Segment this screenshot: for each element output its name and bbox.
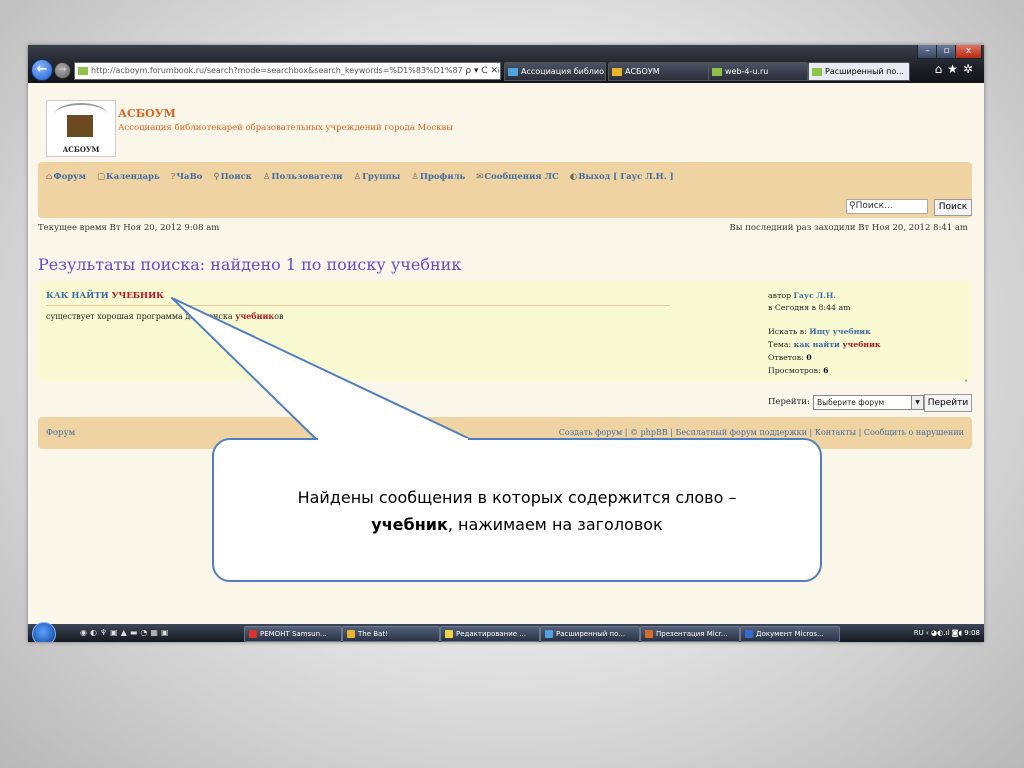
result-date: в Сегодня в 8:44 am	[768, 303, 851, 312]
word-icon	[745, 630, 753, 638]
calendar-icon: ▢	[96, 172, 106, 182]
help-icon: ?	[170, 172, 176, 182]
web-icon	[712, 67, 722, 76]
tab-web4u[interactable]: web-4-u.ru	[708, 62, 808, 81]
logo-text: АСБОУМ	[62, 145, 100, 154]
tab-advanced-search[interactable]: Расширенный по...×	[808, 62, 910, 81]
forum-select[interactable]: Выберите форум ▼	[813, 395, 924, 410]
taskbar-item-repair[interactable]: РЕМОНТ Samsun...	[244, 626, 342, 642]
browser-toolbar-icons[interactable]: ⌂★✲	[935, 62, 978, 76]
address-bar[interactable]: http://acboym.forumbook.ru/search?mode=s…	[74, 62, 501, 80]
taskbar-item-editing[interactable]: Редактирование ...	[440, 626, 540, 642]
ie-icon	[508, 67, 518, 76]
result-replies: Ответов: 0	[768, 353, 812, 362]
envelope-icon: ✉	[476, 172, 484, 182]
back-arrow-icon[interactable]: ←	[31, 59, 53, 81]
profile-icon: ♙	[411, 172, 419, 182]
search-result: КАК НАЙТИ УЧЕБНИК существует хорошая про…	[38, 281, 972, 381]
footer-links[interactable]: Создать форум | © phpBB | Бесплатный фор…	[559, 428, 964, 437]
nav-panel: ⌂Форум ▢Календарь ?ЧаВо ⚲Поиск ♙Пользова…	[38, 162, 972, 218]
tab-close-icon[interactable]: ×	[908, 67, 909, 76]
site-favicon-icon	[78, 66, 88, 75]
nav-users[interactable]: ♙Пользователи	[263, 172, 347, 182]
group-icon: ♙	[353, 172, 362, 182]
nav-logout[interactable]: ◐Выход [ Гаус Л.Н. ]	[570, 172, 678, 182]
jump-button[interactable]: Перейти	[924, 394, 972, 412]
minimize-button[interactable]: –	[917, 45, 938, 59]
current-time: Текущее время Вт Ноя 20, 2012 9:08 am	[38, 223, 220, 233]
nav-search[interactable]: ⚲Поиск	[213, 172, 256, 182]
nav-profile[interactable]: ♙Профиль	[411, 172, 469, 182]
result-title-link[interactable]: КАК НАЙТИ УЧЕБНИК	[46, 291, 164, 301]
search-input[interactable]: ⚲Поиск...	[846, 199, 928, 214]
last-visit: Вы последний раз заходили Вт Ноя 20, 201…	[729, 223, 968, 233]
quick-launch-icons[interactable]: ◉◐♆▣▲▬◔▦▣	[80, 628, 172, 637]
system-tray[interactable]: RU ‹ ◕◐.ıl ◙◖ 9:08	[914, 626, 980, 640]
callout-text: Найдены сообщения в которых содержится с…	[297, 488, 737, 534]
taskbar-item-powerpoint[interactable]: Презентация Micr...	[640, 626, 740, 642]
topic-link[interactable]: как найти учебник	[794, 340, 881, 349]
nav-forum[interactable]: ⌂Форум	[46, 172, 90, 182]
result-snippet: существует хорошая программа для поиска …	[46, 311, 284, 321]
callout-bold-word: учебник	[371, 515, 448, 534]
nav-links: ⌂Форум ▢Календарь ?ЧаВо ⚲Поиск ♙Пользова…	[46, 172, 682, 182]
search-icon: ⚲	[213, 172, 220, 182]
start-button-icon[interactable]	[32, 622, 56, 642]
forward-arrow-icon[interactable]: →	[54, 62, 71, 79]
editor-icon	[445, 630, 453, 638]
browser-titlebar: – ▫ x ← → http://acboym.forumbook.ru/sea…	[28, 45, 984, 83]
result-forum: Искать в: Ищу учебник	[768, 327, 871, 336]
close-window-button[interactable]: x	[955, 45, 982, 59]
result-topic: Тема: как найти учебник	[768, 340, 881, 349]
taskbar-item-word[interactable]: Документ Micros...	[740, 626, 840, 642]
scroll-top-icon[interactable]: ˄	[964, 379, 968, 388]
forum-icon	[612, 67, 622, 76]
forum-link[interactable]: Ищу учебник	[809, 327, 871, 336]
powerpoint-icon	[645, 630, 653, 638]
site-name[interactable]: АСБОУМ	[118, 107, 176, 120]
chevron-down-icon: ▼	[911, 396, 923, 409]
footer-forum-link[interactable]: Форум	[46, 428, 75, 438]
search-button[interactable]: Поиск	[934, 199, 972, 216]
address-url: http://acboym.forumbook.ru/search?mode=s…	[91, 66, 501, 75]
maximize-button[interactable]: ▫	[936, 45, 957, 59]
nav-calendar[interactable]: ▢Календарь	[97, 172, 164, 182]
site-logo[interactable]: АСБОУМ	[46, 100, 116, 157]
opera-icon	[249, 630, 257, 638]
author-link[interactable]: Гаус Л.Н.	[794, 291, 837, 300]
bat-icon	[347, 630, 355, 638]
tab-association[interactable]: Ассоциация библио...	[504, 62, 606, 81]
forum-icon	[812, 67, 822, 76]
address-controls[interactable]: ρ ▾ C ✕	[463, 63, 498, 79]
jump-label: Перейти:	[768, 397, 810, 407]
site-description: Ассоциация библиотекарей образовательных…	[118, 123, 453, 133]
nav-groups[interactable]: ♙Группы	[353, 172, 404, 182]
taskbar-item-thebat[interactable]: The Bat!	[342, 626, 440, 642]
tab-asboum[interactable]: АСБОУМ	[608, 62, 710, 81]
callout-box: Найдены сообщения в которых содержится с…	[212, 438, 822, 582]
page-title: Результаты поиска: найдено 1 по поиску у…	[38, 255, 462, 274]
nav-faq[interactable]: ?ЧаВо	[171, 172, 207, 182]
user-icon: ♙	[262, 172, 271, 182]
power-icon: ◐	[569, 172, 578, 182]
windows-taskbar: ◉◐♆▣▲▬◔▦▣ РЕМОНТ Samsun... The Bat! Реда…	[28, 622, 984, 642]
result-divider	[46, 305, 670, 306]
nav-messages[interactable]: ✉Сообщения ЛС	[476, 172, 563, 182]
search-icon: ⚲	[849, 201, 856, 211]
book-icon	[67, 115, 93, 137]
ie-icon	[545, 630, 553, 638]
home-icon: ⌂	[46, 172, 53, 182]
result-author: автор Гаус Л.Н.	[768, 291, 837, 300]
result-views: Просмотров: 6	[768, 366, 829, 375]
taskbar-item-browser[interactable]: Расширенный по...	[540, 626, 640, 642]
